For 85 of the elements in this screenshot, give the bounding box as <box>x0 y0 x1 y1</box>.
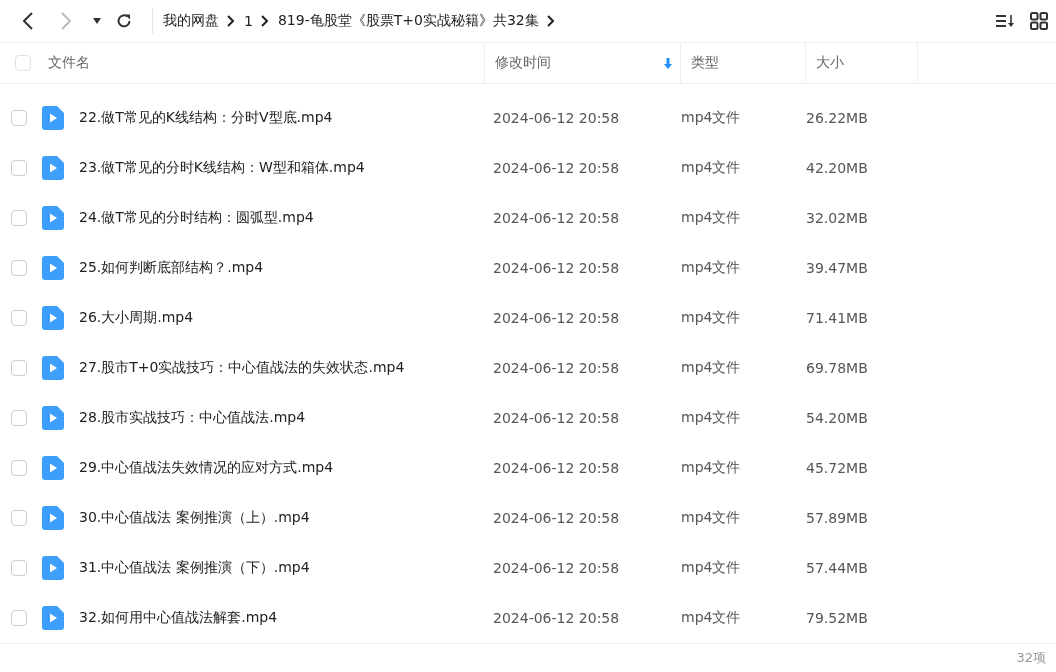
refresh-icon <box>116 13 132 29</box>
row-checkbox[interactable] <box>11 560 27 576</box>
modified-time: 2024-06-12 20:58 <box>493 210 621 226</box>
modified-time: 2024-06-12 20:58 <box>493 410 621 426</box>
video-file-icon <box>42 106 64 130</box>
file-name[interactable]: 22.做T常见的K线结构：分时V型底.mp4 <box>79 109 493 127</box>
row-checkbox[interactable] <box>11 260 27 276</box>
row-checkbox[interactable] <box>11 310 27 326</box>
file-type: mp4文件 <box>681 159 742 177</box>
file-name[interactable]: 28.股市实战技巧：中心值战法.mp4 <box>79 409 493 427</box>
file-type: mp4文件 <box>681 409 742 427</box>
modified-time: 2024-06-12 20:58 <box>493 160 621 176</box>
breadcrumb-link[interactable]: 819-龟股堂《股票T+0实战秘籍》共32集 <box>277 12 539 30</box>
sort-icon <box>995 13 1015 29</box>
item-count: 32项 <box>1016 648 1046 667</box>
file-type: mp4文件 <box>681 509 742 527</box>
modified-time: 2024-06-12 20:58 <box>493 610 621 626</box>
video-file-icon <box>42 306 64 330</box>
file-name[interactable]: 25.如何判断底部结构？.mp4 <box>79 259 493 277</box>
chevron-right-icon <box>227 15 234 27</box>
modified-time: 2024-06-12 20:58 <box>493 310 621 326</box>
column-header[interactable]: 修改时间 <box>485 43 681 83</box>
breadcrumb-link[interactable]: 1 <box>244 13 253 29</box>
grid-view-button[interactable] <box>1028 10 1050 32</box>
file-type: mp4文件 <box>681 559 742 577</box>
video-file-icon <box>42 606 64 630</box>
chevron-right-icon <box>546 15 554 27</box>
video-file-icon <box>42 206 64 230</box>
file-name[interactable]: 31.中心值战法 案例推演（下）.mp4 <box>79 559 493 577</box>
modified-time: 2024-06-12 20:58 <box>493 560 621 576</box>
row-checkbox[interactable] <box>11 410 27 426</box>
video-file-icon <box>42 506 64 530</box>
row-checkbox[interactable] <box>11 210 27 226</box>
video-file-icon <box>42 406 64 430</box>
file-type: mp4文件 <box>681 109 742 127</box>
file-name[interactable]: 26.大小周期.mp4 <box>79 309 493 327</box>
video-file-icon <box>42 356 64 380</box>
file-type: mp4文件 <box>681 359 742 377</box>
file-type: mp4文件 <box>681 309 742 327</box>
row-checkbox[interactable] <box>11 110 27 126</box>
video-file-icon <box>42 556 64 580</box>
file-name[interactable]: 24.做T常见的分时结构：圆弧型.mp4 <box>79 209 493 227</box>
file-size: 39.47MB <box>806 260 869 276</box>
file-size: 26.22MB <box>806 110 869 126</box>
file-type: mp4文件 <box>681 459 742 477</box>
row-checkbox[interactable] <box>11 510 27 526</box>
file-size: 71.41MB <box>806 310 869 326</box>
file-name[interactable]: 30.中心值战法 案例推演（上）.mp4 <box>79 509 493 527</box>
file-name[interactable]: 27.股市T+0实战技巧：中心值战法的失效状态.mp4 <box>79 359 493 377</box>
column-header[interactable]: 大小 <box>806 43 918 83</box>
file-name[interactable]: 32.如何用中心值战法解套.mp4 <box>79 609 493 627</box>
select-all-checkbox[interactable] <box>15 55 31 71</box>
video-file-icon <box>42 156 64 180</box>
file-type: mp4文件 <box>681 609 742 627</box>
file-name[interactable]: 23.做T常见的分时K线结构：W型和箱体.mp4 <box>79 159 493 177</box>
caret-down-icon <box>93 18 101 24</box>
column-header[interactable]: 文件名 <box>46 43 485 83</box>
row-checkbox[interactable] <box>11 160 27 176</box>
modified-time: 2024-06-12 20:58 <box>493 460 621 476</box>
file-size: 79.52MB <box>806 610 869 626</box>
modified-time: 2024-06-12 20:58 <box>493 110 621 126</box>
modified-time: 2024-06-12 20:58 <box>493 510 621 526</box>
chevron-right-icon <box>61 12 71 30</box>
file-size: 45.72MB <box>806 460 869 476</box>
column-header[interactable]: 类型 <box>681 43 806 83</box>
file-size: 32.02MB <box>806 210 869 226</box>
file-size: 57.44MB <box>806 560 869 576</box>
file-type: mp4文件 <box>681 209 742 227</box>
file-type: mp4文件 <box>681 259 742 277</box>
row-checkbox[interactable] <box>11 360 27 376</box>
file-size: 42.20MB <box>806 160 869 176</box>
grid-icon <box>1030 12 1048 30</box>
video-file-icon <box>42 456 64 480</box>
modified-time: 2024-06-12 20:58 <box>493 260 621 276</box>
file-name[interactable]: 29.中心值战法失效情况的应对方式.mp4 <box>79 459 493 477</box>
breadcrumb-link[interactable]: 我的网盘 <box>163 12 219 30</box>
modified-time: 2024-06-12 20:58 <box>493 360 621 376</box>
chevron-left-icon <box>23 12 33 30</box>
file-size: 54.20MB <box>806 410 869 426</box>
file-size: 57.89MB <box>806 510 869 526</box>
video-file-icon <box>42 256 64 280</box>
row-checkbox[interactable] <box>11 610 27 626</box>
row-checkbox[interactable] <box>11 460 27 476</box>
file-size: 69.78MB <box>806 360 869 376</box>
chevron-right-icon <box>260 15 268 27</box>
